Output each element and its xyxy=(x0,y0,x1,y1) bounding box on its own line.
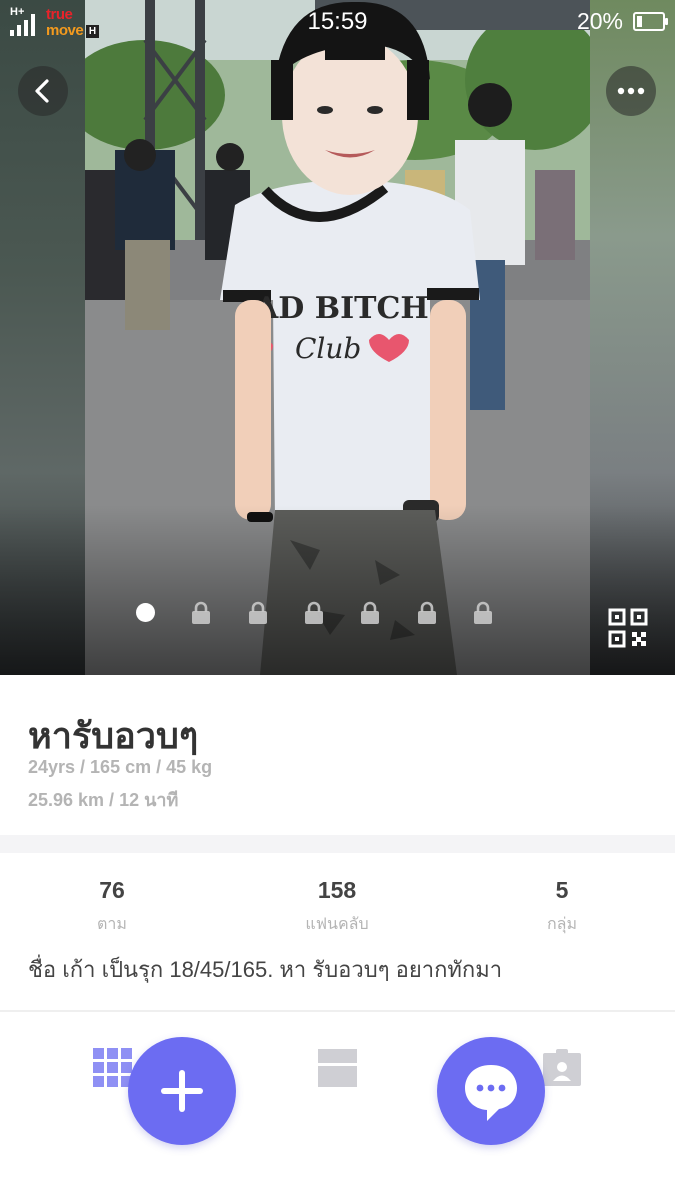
pager-dot-active[interactable] xyxy=(136,603,155,622)
battery-icon xyxy=(633,12,668,31)
fans-count[interactable]: 158 แฟนคลับ xyxy=(257,877,417,937)
tab-grid[interactable] xyxy=(93,1048,133,1088)
plus-icon xyxy=(161,1070,203,1112)
profile-bio: ชื่อ เก้า เป็นรุก 18/45/165. หา รับอวบๆ … xyxy=(28,957,503,982)
tabs-divider xyxy=(0,1010,675,1012)
back-button[interactable] xyxy=(18,66,68,116)
battery-percent: 20% xyxy=(576,8,623,34)
section-divider xyxy=(0,835,675,853)
fans-count-value: 158 xyxy=(317,877,357,903)
lock-icon[interactable] xyxy=(304,601,324,625)
battery-level-fill xyxy=(637,16,642,27)
qr-code-icon xyxy=(608,608,648,648)
fans-count-label: แฟนคลับ xyxy=(305,916,369,933)
profile-body-stats: 24yrs / 165 cm / 45 kg xyxy=(28,757,213,777)
qr-code-button[interactable] xyxy=(608,608,648,648)
more-dots-icon xyxy=(617,87,645,95)
lock-icon[interactable] xyxy=(417,601,437,625)
profile-counts: 76 ตาม 158 แฟนคลับ 5 กลุ่ม xyxy=(0,853,675,935)
chat-button[interactable] xyxy=(437,1037,545,1145)
svg-text:AD BITCH: AD BITCH xyxy=(254,291,429,326)
status-time: 15:59 xyxy=(307,8,368,35)
more-options-button[interactable] xyxy=(606,66,656,116)
svg-text:Club: Club xyxy=(295,332,361,365)
id-card-icon xyxy=(543,1049,581,1086)
feed-icon xyxy=(318,1049,357,1087)
lock-icon[interactable] xyxy=(191,601,211,625)
add-button[interactable] xyxy=(128,1037,236,1145)
lock-icon[interactable] xyxy=(360,601,380,625)
profile-photo-carousel[interactable]: AD BITCH Club xyxy=(0,0,675,675)
groups-count[interactable]: 5 กลุ่ม xyxy=(482,877,642,937)
profile-distance: 25.96 km / 12 นาที xyxy=(28,790,179,810)
photo-bottom-gradient xyxy=(0,505,675,675)
following-count-label: ตาม xyxy=(97,916,127,933)
following-count[interactable]: 76 ตาม xyxy=(32,877,192,937)
tab-feed[interactable] xyxy=(318,1048,358,1088)
tab-profile-card[interactable] xyxy=(543,1048,583,1088)
profile-name: หารับอวบๆ xyxy=(28,715,199,756)
chat-bubble-icon xyxy=(465,1065,517,1121)
lock-icon[interactable] xyxy=(248,601,268,625)
groups-count-value: 5 xyxy=(555,877,569,903)
following-count-value: 76 xyxy=(99,877,125,903)
grid-icon xyxy=(93,1048,132,1087)
groups-count-label: กลุ่ม xyxy=(546,916,578,933)
profile-screen: AD BITCH Club H+ true move H 15:59 20% ห… xyxy=(0,0,675,1200)
lock-icon[interactable] xyxy=(473,601,493,625)
photo-pager xyxy=(0,600,675,626)
chevron-left-icon xyxy=(35,79,49,103)
status-bar: H+ true move H 15:59 20% xyxy=(0,0,675,48)
profile-info-card: หารับอวบๆ 24yrs / 165 cm / 45 kg 25.96 k… xyxy=(0,675,675,835)
